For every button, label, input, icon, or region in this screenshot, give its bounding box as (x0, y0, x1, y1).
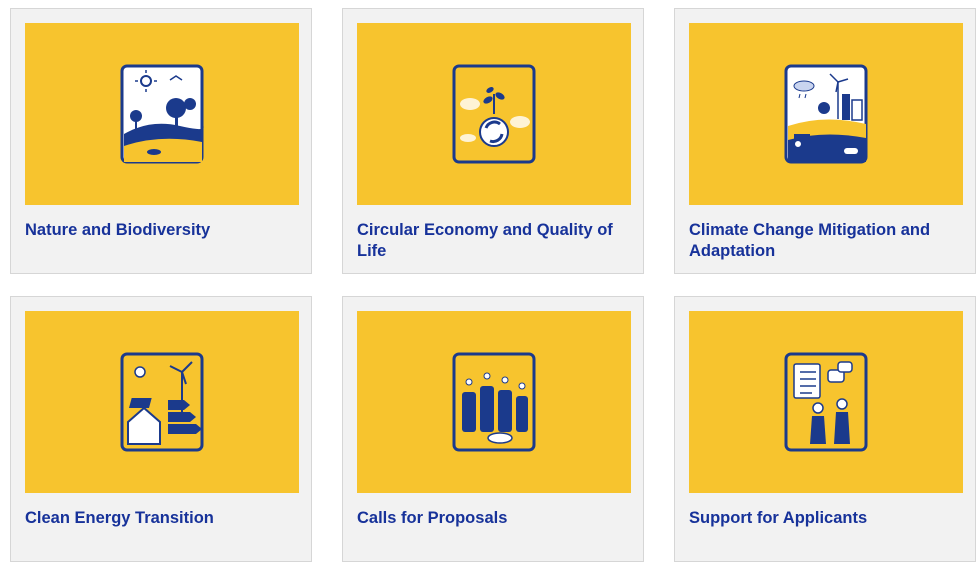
card-title[interactable]: Nature and Biodiversity (25, 220, 303, 241)
nature-biodiversity-icon (120, 64, 204, 164)
card-clean-energy[interactable]: Clean Energy Transition (10, 296, 312, 562)
climate-change-icon (784, 64, 868, 164)
card-nature-biodiversity[interactable]: Nature and Biodiversity (10, 8, 312, 274)
card-circular-economy[interactable]: Circular Economy and Quality of Life (342, 8, 644, 274)
card-image (357, 23, 631, 205)
card-calls-for-proposals[interactable]: Calls for Proposals (342, 296, 644, 562)
card-image (357, 311, 631, 493)
card-title[interactable]: Clean Energy Transition (25, 508, 303, 529)
card-title[interactable]: Climate Change Mitigation and Adaptation (689, 220, 967, 262)
card-title[interactable]: Support for Applicants (689, 508, 967, 529)
card-climate-change[interactable]: Climate Change Mitigation and Adaptation (674, 8, 976, 274)
card-image (25, 23, 299, 205)
circular-economy-icon (452, 64, 536, 164)
card-title[interactable]: Circular Economy and Quality of Life (357, 220, 635, 262)
coins-growth-icon (452, 352, 536, 452)
card-image (25, 311, 299, 493)
clean-energy-icon (120, 352, 204, 452)
card-title[interactable]: Calls for Proposals (357, 508, 635, 529)
card-image (689, 311, 963, 493)
card-image (689, 23, 963, 205)
support-applicants-icon (784, 352, 868, 452)
card-support-applicants[interactable]: Support for Applicants (674, 296, 976, 562)
